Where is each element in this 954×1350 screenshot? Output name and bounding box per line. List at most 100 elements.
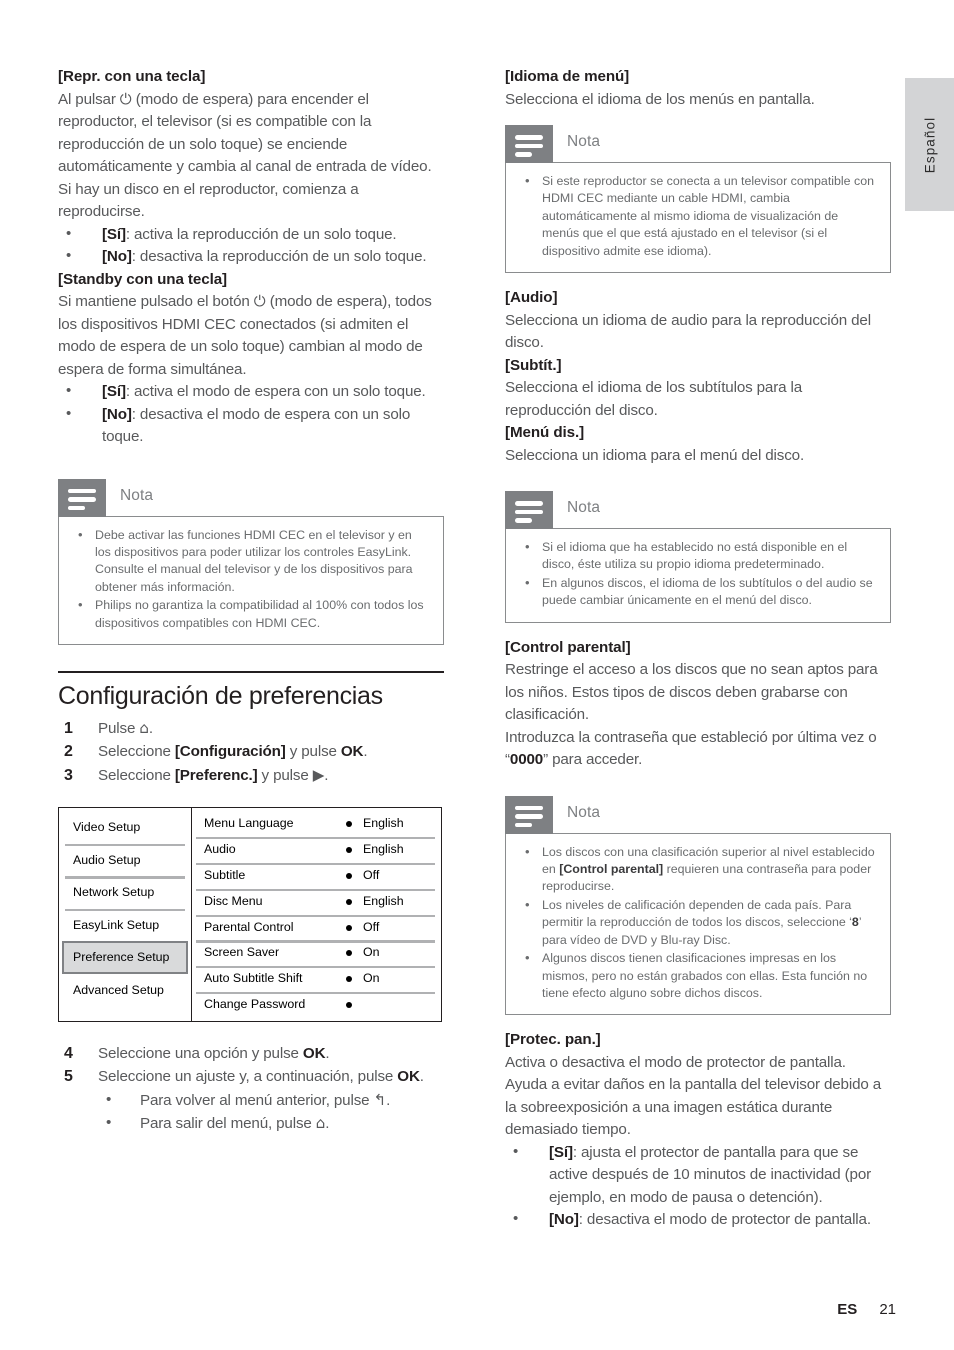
menu-category-item[interactable]: Network Setup	[62, 876, 188, 909]
menu-option-label: Change Password	[204, 997, 306, 1012]
note-box-control-parental: Nota Los discos con una clasificación su…	[505, 795, 891, 1016]
list-item: [No]: desactiva la reproducción de un so…	[58, 245, 444, 269]
note-body: Debe activar las funciones HDMI CEC en e…	[58, 515, 444, 645]
parental-post: ” para acceder.	[543, 751, 643, 769]
bullet-dot-icon	[346, 950, 352, 957]
heading-protec-pan: [Protec. pan.]	[505, 1031, 601, 1049]
note-item: Los discos con una clasificación superio…	[520, 843, 876, 896]
menu-option-label: Menu Language	[204, 816, 294, 831]
note-box-idioma: Nota Si el idioma que ha establecido no …	[505, 491, 891, 623]
bullet-list-repr: [Sí]: activa la reproducción de un solo …	[58, 223, 444, 269]
list-item: [No]: desactiva el modo de espera con un…	[58, 403, 444, 449]
emphasis: OK	[302, 1044, 326, 1062]
step-text-4: Seleccione una opción y pulse OK.	[98, 1044, 330, 1062]
note-icon	[505, 491, 553, 530]
note-title: Nota	[567, 499, 601, 517]
menu-option-row[interactable]: Disc Menu English	[196, 888, 435, 915]
bullet-dot-icon	[346, 898, 352, 905]
bullet-term: [Sí]	[102, 225, 126, 243]
heading-idioma-de-menu: [Idioma de menú]	[505, 68, 630, 85]
list-item: [Sí]: activa la reproducción de un solo …	[58, 223, 444, 247]
menu-option-row[interactable]: Audio English	[196, 837, 435, 863]
menu-category-item[interactable]: Audio Setup	[62, 843, 188, 877]
setup-menu-screenshot: Video Setup Audio Setup Network Setup EasyL…	[58, 807, 442, 1022]
menu-option-row[interactable]: Menu Language English	[196, 811, 435, 837]
right-column: [Idioma de menú] Selecciona el idioma de…	[505, 66, 891, 1232]
list-item: Seleccione una opción y pulse OK.	[58, 1042, 444, 1066]
bullet-dot-icon	[346, 847, 352, 854]
page-footer: ES 21	[837, 1301, 896, 1318]
menu-option-label: Subtitle	[204, 868, 246, 883]
bullet-term: [No]	[102, 248, 132, 265]
paragraph-repr-con-una-tecla: Al pulsar ⏻ (modo de espera) para encend…	[58, 90, 432, 221]
menu-category-item[interactable]: Video Setup	[62, 811, 188, 844]
menu-option-label: Disc Menu	[204, 893, 263, 908]
step-text-1: Pulse ⌂.	[98, 718, 153, 737]
note-box-menu-language: Nota Si este reproductor se conecta a un…	[505, 125, 891, 274]
home-icon: ⌂	[139, 718, 149, 737]
list-item: [Sí]: ajusta el protector de pantalla pa…	[505, 1141, 891, 1210]
note-item: Los niveles de calificación dependen de …	[520, 896, 876, 949]
language-tab-label: Español	[922, 116, 937, 173]
menu-option-value: Off	[363, 868, 380, 883]
menu-category-label: Video Setup	[73, 820, 141, 835]
paragraph-idioma-de-menu: Selecciona el idioma de los menús en pan…	[505, 90, 815, 108]
note-item: Philips no garantiza la compatibilidad a…	[73, 596, 429, 632]
heading-control-parental: [Control parental]	[505, 638, 631, 656]
note-item: Si este reproductor se conecta a un tele…	[520, 172, 876, 260]
bullet-dot-icon	[346, 821, 352, 828]
bullet-dot-icon	[346, 976, 352, 983]
menu-option-row[interactable]: Subtitle Off	[196, 863, 435, 889]
bullet-term: [Sí]	[102, 383, 126, 400]
menu-category-item[interactable]: EasyLink Setup	[62, 908, 188, 942]
substep-text-2: Para salir del menú, pulse ⌂.	[140, 1114, 330, 1133]
step-text-2: Seleccione [Configuración] y pulse OK.	[98, 743, 368, 761]
emphasis: [Preferenc.]	[174, 766, 258, 784]
menu-option-value: Off	[363, 919, 380, 934]
step-text-3: Seleccione [Preferenc.] y pulse ▶.	[98, 765, 329, 784]
menu-category-item[interactable]: Advanced Setup	[62, 974, 188, 1007]
back-icon: ↰	[373, 1090, 387, 1109]
note-box-easylink: Nota Debe activar las funciones HDMI CEC…	[58, 478, 444, 645]
menu-option-value: On	[363, 971, 380, 986]
bullet-text: : activa el modo de espera con un solo t…	[125, 383, 426, 400]
bullet-term: [No]	[102, 405, 132, 423]
note-item: Debe activar las funciones HDMI CEC en e…	[73, 526, 429, 597]
note-icon	[505, 795, 553, 834]
bullet-text: : ajusta el protector de pantalla para q…	[549, 1143, 872, 1206]
menu-category-label: Preference Setup	[73, 950, 170, 965]
list-item: [No]: desactiva el modo de protector de …	[505, 1208, 891, 1232]
paragraph-control-parental-1: Restringe el acceso a los discos que no …	[505, 661, 878, 724]
paragraph-menu-disco: Selecciona un idioma para el menú del di…	[505, 446, 805, 464]
paragraph-protec-pan: Activa o desactiva el modo de protector …	[505, 1053, 882, 1139]
paragraph-standby-con-una-tecla: Si mantiene pulsado el botón ⏻ (modo de …	[58, 293, 432, 378]
menu-option-label: Auto Subtitle Shift	[204, 971, 303, 986]
emphasis: OK	[397, 1068, 420, 1086]
note-icon	[58, 478, 106, 517]
menu-category-label: Audio Setup	[73, 852, 141, 867]
list-item: Seleccione [Preferenc.] y pulse ▶.	[58, 764, 444, 788]
note-title: Nota	[120, 486, 154, 504]
menu-category-label: Advanced Setup	[73, 982, 164, 997]
list-item: [Sí]: activa el modo de espera con un so…	[58, 380, 444, 404]
bullet-text: : desactiva la reproducción de un solo t…	[131, 248, 427, 265]
list-item: Seleccione [Configuración] y pulse OK.	[58, 740, 444, 764]
menu-option-row[interactable]: Parental Control Off	[196, 914, 435, 941]
menu-option-value: English	[363, 842, 404, 857]
menu-option-value: On	[363, 945, 380, 960]
note-title: Nota	[567, 133, 601, 150]
note-body: Los discos con una clasificación superio…	[505, 832, 891, 1016]
menu-option-label: Audio	[204, 842, 236, 857]
emphasis: OK	[340, 743, 364, 761]
step-text-5: Seleccione un ajuste y, a continuación, …	[98, 1068, 424, 1086]
paragraph-audio: Selecciona un idioma de audio para la re…	[505, 311, 871, 352]
menu-option-row[interactable]: Auto Subtitle Shift On	[196, 966, 435, 992]
heading-subtitulo: [Subtít.]	[505, 356, 562, 374]
footer-locale: ES	[837, 1301, 858, 1318]
menu-option-row[interactable]: Change Password	[196, 992, 435, 1018]
menu-option-row[interactable]: Screen Saver On	[196, 940, 435, 966]
language-tab: Español	[905, 78, 954, 211]
menu-category-item[interactable]: Preference Setup	[62, 941, 188, 974]
menu-category-label: Network Setup	[73, 885, 155, 900]
paragraph-subtitulo: Selecciona el idioma de los subtítulos p…	[505, 379, 803, 419]
